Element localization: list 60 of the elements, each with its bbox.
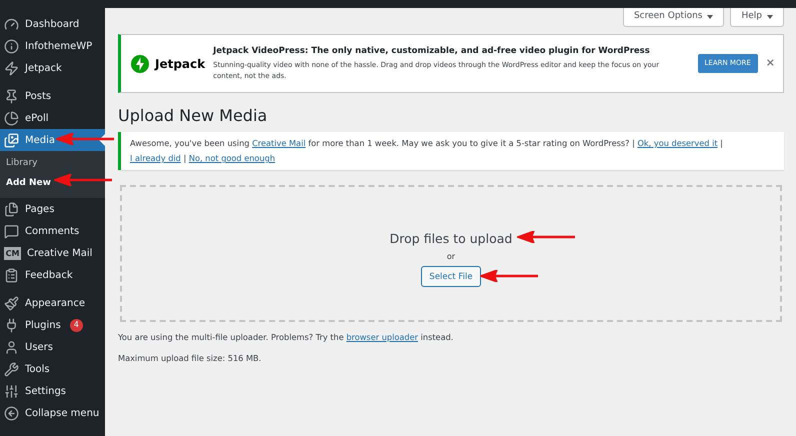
menu-item[interactable]: Feedback [0, 264, 105, 286]
max-size-text: Maximum upload file size: 516 MB. [118, 352, 262, 365]
menu-item[interactable]: Appearance [0, 292, 105, 314]
collapse-icon [4, 406, 19, 420]
tab-button[interactable]: Help [730, 8, 784, 27]
info-icon [4, 38, 19, 54]
uploader-note: You are using the multi-file uploader. Problems? Try the browser uploader instead. [118, 331, 454, 344]
submenu-item[interactable]: Library [0, 154, 38, 174]
list-icon [4, 268, 19, 282]
pie-chart-icon [4, 110, 19, 126]
menu-item[interactable]: Dashboard [0, 13, 105, 35]
menu-item[interactable]: Users [0, 336, 105, 358]
sliders-icon [4, 384, 19, 398]
menu-item[interactable]: Pages [0, 198, 105, 220]
bolt-icon [4, 60, 19, 76]
logo-icon: CM [4, 246, 21, 260]
text-link[interactable]: I already did [130, 153, 181, 163]
paintbrush-icon [4, 296, 19, 310]
text-link[interactable]: Ok, you deserved it [637, 138, 718, 148]
menu-item[interactable]: Settings [0, 380, 105, 402]
arrow-annotation [54, 174, 114, 186]
menu-item[interactable]: Media [0, 129, 105, 151]
menu-item[interactable]: CM Creative Mail [0, 242, 105, 264]
notice-title: Jetpack VideoPress: The only native, customizable, and ad-free video plugin for WordPress [213, 44, 651, 58]
select-files-button[interactable]: Select File [421, 266, 481, 288]
bolt-logo-icon [131, 54, 149, 72]
gauge-icon [4, 16, 19, 32]
drop-title: Drop files to upload [390, 230, 512, 248]
arrow-annotation [56, 133, 116, 145]
arrow-annotation [517, 231, 577, 243]
menu-item[interactable]: Tools [0, 358, 105, 380]
tab-button[interactable]: Screen Options [622, 8, 724, 27]
menu-item[interactable]: Collapse menu [0, 402, 105, 424]
menu-item[interactable]: InfothemeWP [0, 35, 105, 57]
menu-item[interactable]: Jetpack [0, 57, 105, 79]
images-icon [4, 132, 19, 148]
text-link[interactable]: Creative Mail [252, 138, 306, 148]
pages-icon [4, 202, 19, 216]
menu-item[interactable]: Plugins 4 [0, 314, 105, 336]
rating-notice: Awesome, you've been using Creative Mail for more than 1 week. May we ask you to give it a 5-star rating on WordPress? | Ok, you deserved it | I already did | No, not good enough [118, 132, 784, 170]
wrench-icon [4, 362, 19, 376]
logo-text: Jetpack [155, 56, 206, 72]
speech-bubble-icon [4, 224, 19, 238]
menu-item[interactable]: Comments [0, 220, 105, 242]
user-icon [4, 340, 19, 354]
pin-icon [4, 88, 19, 104]
text-link[interactable]: No, not good enough [188, 153, 276, 163]
drop-zone[interactable]: Drop files to upload or Select File [120, 185, 782, 322]
text-link[interactable]: browser uploader [346, 332, 418, 342]
submenu-item[interactable]: Add New [0, 174, 52, 194]
plug-icon [4, 318, 19, 332]
caret-icon [707, 15, 714, 19]
arrow-annotation [480, 270, 540, 282]
count-badge: 4 [70, 318, 83, 332]
or-text: or [446, 251, 456, 264]
menu-item[interactable]: ePoll [0, 107, 105, 129]
menu-item[interactable]: Posts [0, 85, 105, 107]
caret-icon [767, 15, 773, 19]
page-heading: Upload New Media [118, 105, 268, 127]
close-button[interactable]: × [766, 55, 775, 72]
